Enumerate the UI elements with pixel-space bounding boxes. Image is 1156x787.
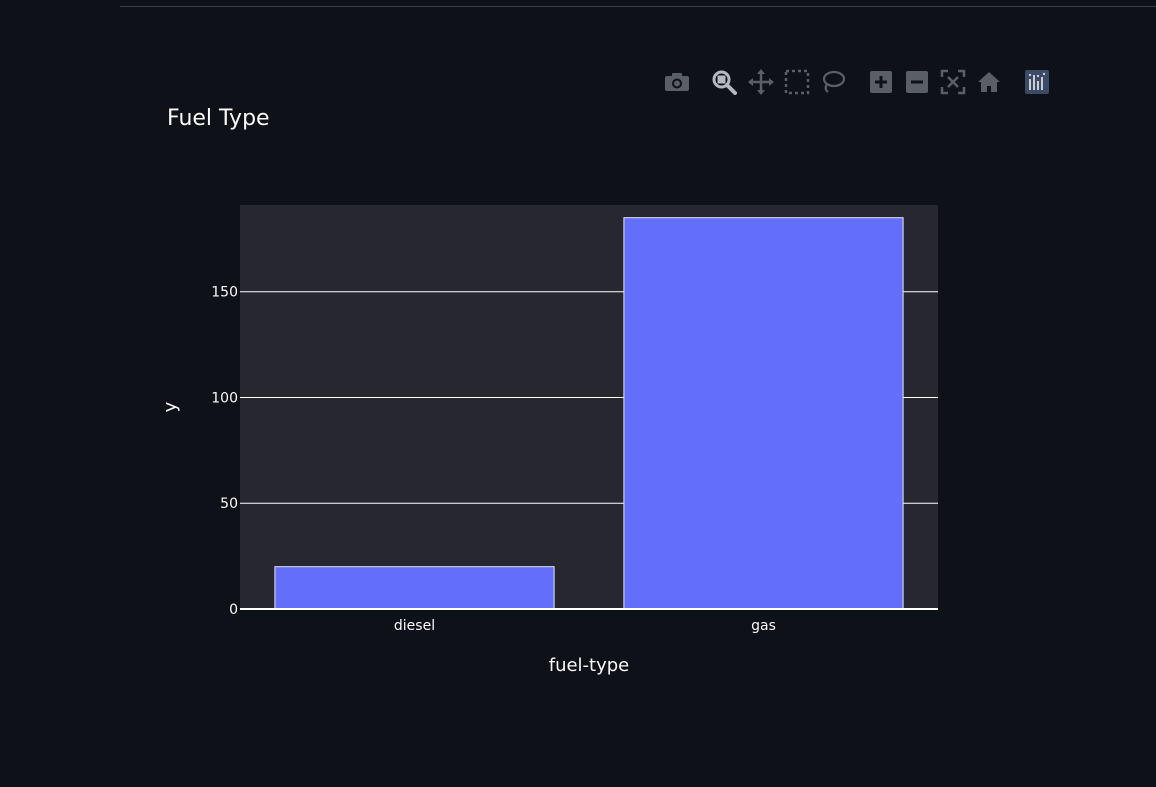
y-tick-label: 100 (211, 390, 238, 406)
bar-chart: 0 50 100 150 diesel gas fuel-type y (160, 205, 938, 676)
x-tick-label: diesel (394, 618, 435, 634)
y-tick-label: 0 (229, 602, 238, 618)
bar-diesel[interactable] (274, 566, 555, 610)
x-axis-title: fuel-type (549, 655, 630, 676)
y-tick-label: 150 (211, 285, 238, 301)
page: Fuel Type 0 50 100 150 diesel gas fuel-type … (0, 0, 1156, 787)
y-tick-labels: 0 50 100 150 (211, 285, 238, 618)
x-tick-labels: diesel gas (394, 618, 776, 634)
x-tick-label: gas (751, 618, 776, 634)
y-tick-label: 50 (220, 496, 238, 512)
y-axis-title: y (160, 401, 181, 412)
bar-gas[interactable] (623, 217, 904, 610)
